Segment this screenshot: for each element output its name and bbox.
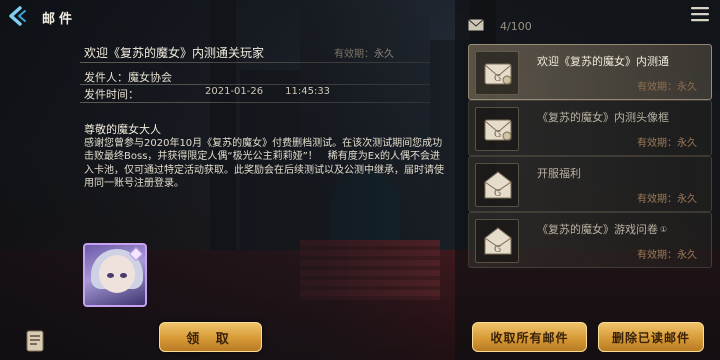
- open-envelope-icon: G: [475, 163, 519, 207]
- svg-text:G: G: [494, 74, 501, 84]
- mail-list-item[interactable]: G 欢迎《复苏的魔女》内测通 有效期：永久: [468, 44, 712, 100]
- mail-item-expiry: 有效期：永久: [637, 194, 697, 205]
- divider: [80, 62, 430, 63]
- mail-item-title: 《复苏的魔女》内测头像框: [537, 111, 669, 124]
- mail-item-title: 欢迎《复苏的魔女》内测通: [537, 55, 669, 68]
- page-title: 邮件: [42, 12, 77, 27]
- mail-list-item[interactable]: G 《复苏的魔女》游戏问卷 ① 有效期：永久: [468, 212, 712, 268]
- notes-icon[interactable]: [26, 330, 44, 352]
- mail-greeting: 尊敬的魔女大人: [84, 123, 161, 136]
- open-envelope-icon: G: [475, 219, 519, 263]
- divider: [80, 102, 430, 103]
- delete-read-button[interactable]: 删除已读邮件: [598, 322, 704, 352]
- sender-name: 魔女协会: [128, 71, 172, 84]
- menu-icon[interactable]: [690, 6, 710, 22]
- mail-list-item[interactable]: G 开服福利 有效期：永久: [468, 156, 712, 212]
- claim-button[interactable]: 领 取: [159, 322, 262, 352]
- mail-envelope-icon: G: [475, 107, 519, 151]
- mail-envelope-icon: G: [475, 51, 519, 95]
- sender-row: 发件人：魔女协会: [84, 71, 172, 84]
- mail-item-expiry: 有效期：永久: [637, 138, 697, 149]
- mail-item-title: 《复苏的魔女》游戏问卷 ①: [537, 223, 668, 236]
- mail-item-title: 开服福利: [537, 167, 581, 180]
- back-button[interactable]: [4, 3, 30, 29]
- reward-doll-item[interactable]: [83, 243, 147, 307]
- svg-text:G: G: [494, 245, 501, 255]
- send-time-value: 2021-01-26 11:45:33: [205, 86, 331, 97]
- mail-count-icon: [468, 19, 484, 31]
- claim-all-button[interactable]: 收取所有邮件: [472, 322, 587, 352]
- svg-text:G: G: [494, 130, 501, 140]
- mail-list-item[interactable]: G 《复苏的魔女》内测头像框 有效期：永久: [468, 100, 712, 156]
- mail-count: 4/100: [500, 20, 532, 33]
- mail-body: 感谢您曾参与2020年10月《复苏的魔女》付费删档测试。在该次测试期间您成功击败…: [84, 138, 444, 190]
- mail-item-expiry: 有效期：永久: [637, 250, 697, 261]
- back-arrow-icon: [9, 6, 26, 26]
- attachment-badge: ①: [660, 225, 668, 234]
- mail-item-expiry: 有效期：永久: [637, 82, 697, 93]
- divider: [80, 84, 430, 85]
- mail-title: 欢迎《复苏的魔女》内测通关玩家: [84, 46, 265, 60]
- send-time-row: 发件时间：: [84, 88, 139, 101]
- svg-text:G: G: [494, 189, 501, 199]
- mail-expiry: 有效期：永久: [334, 49, 394, 60]
